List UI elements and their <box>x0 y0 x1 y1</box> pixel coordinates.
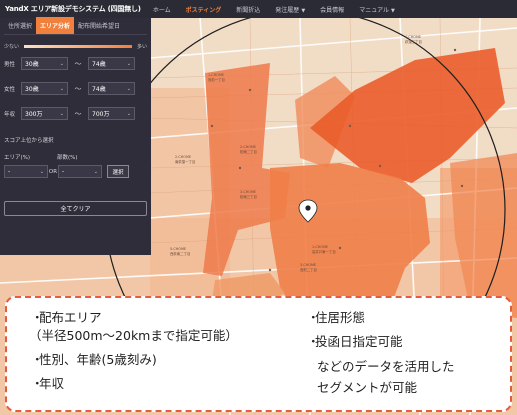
map-label: 5-CHOME <box>170 247 186 251</box>
callout-item-data-usage: などのデータを活用した <box>317 359 455 374</box>
legend-low-label: 少ない <box>4 43 20 50</box>
select-button[interactable]: 選択 <box>107 165 129 178</box>
callout-item-gender-age: ・性別、年齢(5歳刻み) <box>31 350 157 369</box>
map-label: 宮前二丁目 <box>300 267 317 272</box>
app-title: YandX エリア新設デモシステム (四国無し) <box>5 5 141 13</box>
chevron-down-icon: ⌄ <box>126 85 131 92</box>
bullet-icon: ・ <box>307 334 320 349</box>
chevron-down-icon: ⌄ <box>126 60 131 67</box>
map-label: 4-CHOME <box>405 35 421 39</box>
chevron-down-icon: ▼ <box>391 7 395 14</box>
select-value: 30歳 <box>25 86 39 93</box>
callout-text: 住居形態 <box>315 310 366 325</box>
callout-text: 性別、年齢(5歳刻み) <box>39 352 157 367</box>
filter-row-female: 女性 30歳 ⌄ ～ 74歳 ⌄ <box>4 82 147 95</box>
map-label: 荻窪三丁目 <box>405 39 422 44</box>
filter-label: 年収 <box>4 111 16 118</box>
filter-row-income: 年収 300万 ⌄ ～ 700万 ⌄ <box>4 107 147 120</box>
map-label: 西荻南二丁目 <box>170 251 190 256</box>
filter-label: 女性 <box>4 86 16 93</box>
clear-all-button[interactable]: 全てクリア <box>4 201 147 216</box>
chevron-down-icon: ⌄ <box>126 110 131 117</box>
select-value: 30歳 <box>25 61 39 68</box>
legend-gradient <box>24 44 132 48</box>
map-label: 高井戸東一丁目 <box>312 249 336 254</box>
bullet-icon: ・ <box>307 310 320 325</box>
male-age-from-select[interactable]: 30歳 ⌄ <box>21 57 68 70</box>
chevron-down-icon: ⌄ <box>59 110 64 117</box>
bullet-icon: ・ <box>31 352 44 367</box>
tab-delivery-date[interactable]: 配布開始希望日 <box>74 21 124 34</box>
callout-text: 年収 <box>39 376 65 391</box>
legend-high-label: 多い <box>136 43 147 50</box>
select-value: 74歳 <box>92 86 106 93</box>
select-value: - <box>8 168 11 175</box>
nav-home[interactable]: ホーム <box>153 5 171 14</box>
range-separator: ～ <box>74 84 82 93</box>
count-percent-select[interactable]: - ⌄ <box>58 165 102 178</box>
panel-tabs: 住所選択 エリア分析 配布開始希望日 <box>4 17 147 35</box>
chevron-down-icon: ⌄ <box>59 60 64 67</box>
callout-item-area: ・配布エリア <box>31 308 102 327</box>
tab-address-select[interactable]: 住所選択 <box>4 21 36 34</box>
tab-area-analysis[interactable]: エリア分析 <box>36 17 75 34</box>
analysis-panel: 住所選択 エリア分析 配布開始希望日 少ない 多い 男性 30歳 ⌄ ～ 74歳 ⌄… <box>0 17 151 255</box>
map-label: 1-CHOME <box>208 73 224 77</box>
map-label: 2-CHOME <box>175 155 191 159</box>
male-age-to-select[interactable]: 74歳 ⌄ <box>88 57 135 70</box>
female-age-from-select[interactable]: 30歳 ⌄ <box>21 82 68 95</box>
bullet-icon: ・ <box>31 376 44 391</box>
callout-item-housing: ・住居形態 <box>307 308 365 327</box>
select-value: - <box>62 168 65 175</box>
female-age-to-select[interactable]: 74歳 ⌄ <box>88 82 135 95</box>
nav-member-info[interactable]: 会員情報 <box>320 5 344 14</box>
nav-order-history-label: 発注履歴 <box>275 6 300 14</box>
area-percent-label: エリア(%) <box>4 155 31 161</box>
top-nav: YandX エリア新設デモシステム (四国無し) ホーム ポスティング 新聞折込… <box>0 0 517 18</box>
nav-order-history[interactable]: 発注履歴 ▼ <box>275 5 305 14</box>
income-from-select[interactable]: 300万 ⌄ <box>21 107 68 120</box>
select-value: 700万 <box>92 111 110 118</box>
score-select-row: - ⌄ OR - ⌄ 選択 <box>4 165 147 178</box>
map-label: 3-CHOME <box>240 190 256 194</box>
map-label: 松庵二丁目 <box>240 149 257 154</box>
nav-newspaper-insert[interactable]: 新聞折込 <box>236 5 260 14</box>
callout-item-radius: （半径500m～20kmまで指定可能） <box>29 328 238 343</box>
nav-posting[interactable]: ポスティング <box>186 5 222 14</box>
callout-text: 投函日指定可能 <box>315 334 403 349</box>
range-separator: ～ <box>74 109 82 118</box>
area-percent-select[interactable]: - ⌄ <box>4 165 48 178</box>
map-label: 2-CHOME <box>240 145 256 149</box>
count-percent-label: 部数(%) <box>57 155 78 161</box>
callout-item-delivery-date: ・投函日指定可能 <box>307 332 403 351</box>
map-label: 1-CHOME <box>312 245 328 249</box>
chevron-down-icon: ⌄ <box>59 85 64 92</box>
chevron-down-icon: ⌄ <box>39 168 44 175</box>
callout-text: 配布エリア <box>39 310 102 325</box>
or-label: OR <box>48 168 58 175</box>
map-label: 松庵三丁目 <box>240 194 257 199</box>
bullet-icon: ・ <box>31 310 44 325</box>
score-sub-labels: エリア(%) 部数(%) <box>4 153 147 161</box>
map-label: 宮前一丁目 <box>208 77 225 82</box>
map-label: 3-CHOME <box>300 263 316 267</box>
range-separator: ～ <box>74 59 82 68</box>
nav-manual[interactable]: マニュアル ▼ <box>359 5 395 14</box>
density-legend: 少ない 多い <box>4 41 147 51</box>
select-value: 74歳 <box>92 61 106 68</box>
filter-label: 男性 <box>4 61 16 68</box>
map-label: 南荻窪一丁目 <box>175 159 195 164</box>
feature-callout: ・配布エリア （半径500m～20kmまで指定可能） ・性別、年齢(5歳刻み) … <box>5 296 512 412</box>
chevron-down-icon: ⌄ <box>93 168 98 175</box>
select-value: 300万 <box>25 111 43 118</box>
chevron-down-icon: ▼ <box>301 7 306 14</box>
callout-item-segment: セグメントが可能 <box>317 380 418 395</box>
callout-item-income: ・年収 <box>31 374 64 393</box>
filter-row-male: 男性 30歳 ⌄ ～ 74歳 ⌄ <box>4 57 147 70</box>
score-section-title: スコア上位から選択 <box>4 138 54 144</box>
income-to-select[interactable]: 700万 ⌄ <box>88 107 135 120</box>
filter-rows: 男性 30歳 ⌄ ～ 74歳 ⌄ 女性 30歳 ⌄ ～ 74歳 ⌄ 年収 300万 ⌄ ～… <box>4 57 147 120</box>
nav-manual-label: マニュアル <box>359 6 390 14</box>
